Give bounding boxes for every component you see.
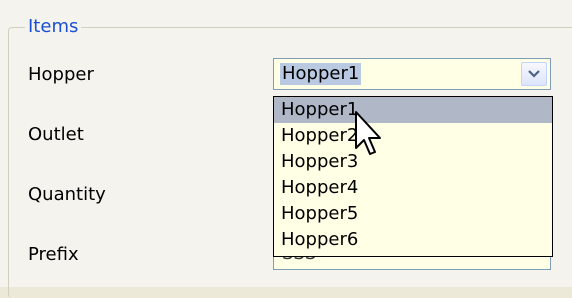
dropdown-option-hopper5[interactable]: Hopper5	[274, 201, 552, 227]
hopper-label: Hopper	[28, 64, 94, 85]
dropdown-option-hopper2[interactable]: Hopper2	[274, 123, 552, 149]
prefix-label: Prefix	[28, 244, 79, 265]
dropdown-option-hopper4[interactable]: Hopper4	[274, 175, 552, 201]
chevron-down-icon	[528, 70, 540, 78]
dropdown-option-hopper1[interactable]: Hopper1	[274, 97, 552, 123]
hopper-combobox[interactable]: Hopper1	[273, 58, 551, 90]
dropdown-option-hopper6[interactable]: Hopper6	[274, 227, 552, 253]
combo-dropdown-button[interactable]	[521, 62, 547, 86]
mouse-cursor-icon	[355, 111, 381, 155]
group-title: Items	[25, 16, 82, 37]
hopper-selected-value: Hopper1	[280, 63, 362, 85]
dropdown-option-hopper3[interactable]: Hopper3	[274, 149, 552, 175]
outlet-label: Outlet	[28, 124, 84, 145]
window-frame: Items Hopper Outlet Quantity Prefix Hopp…	[0, 0, 572, 298]
hopper-dropdown-list[interactable]: Hopper1 Hopper2 Hopper3 Hopper4 Hopper5 …	[273, 96, 553, 257]
quantity-label: Quantity	[28, 184, 106, 205]
